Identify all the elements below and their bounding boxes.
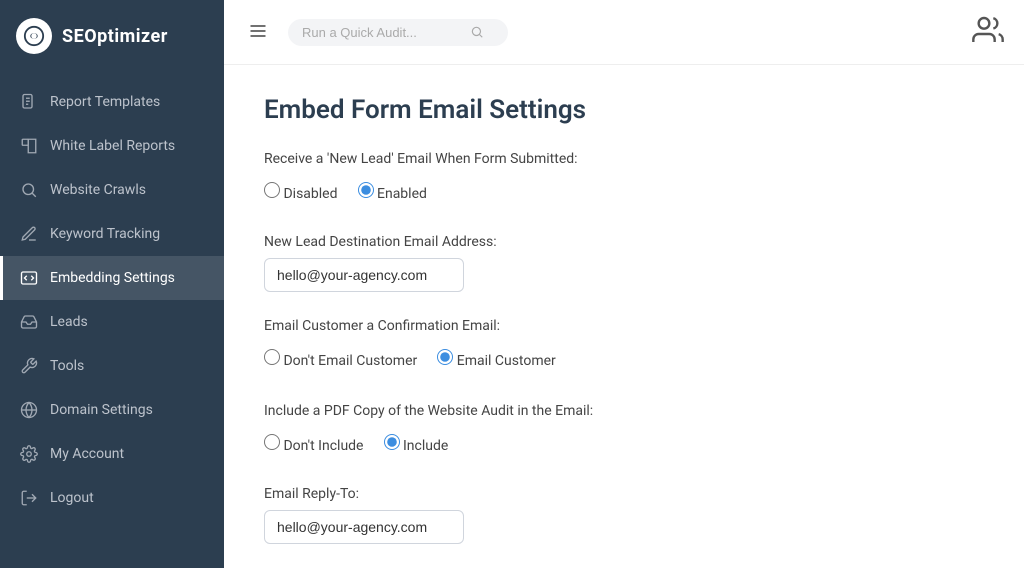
sidebar-item-domain-settings[interactable]: Domain Settings bbox=[0, 388, 224, 432]
email-destination-label: New Lead Destination Email Address: bbox=[264, 234, 984, 250]
reply-to-label: Email Reply-To: bbox=[264, 486, 984, 502]
disabled-radio[interactable] bbox=[264, 182, 280, 198]
disabled-label: Disabled bbox=[283, 186, 337, 202]
email-destination-group: New Lead Destination Email Address: bbox=[264, 234, 984, 292]
sidebar-item-leads[interactable]: Leads bbox=[0, 300, 224, 344]
tool-icon bbox=[20, 357, 38, 375]
edit-icon bbox=[20, 225, 38, 243]
reply-to-group: Email Reply-To: bbox=[264, 486, 984, 544]
topbar-right bbox=[972, 14, 1004, 50]
sidebar-item-embedding-settings[interactable]: Embedding Settings bbox=[0, 256, 224, 300]
logout-icon bbox=[20, 489, 38, 507]
menu-button[interactable] bbox=[244, 17, 272, 48]
search-bar bbox=[288, 19, 508, 46]
sidebar-item-keyword-tracking[interactable]: Keyword Tracking bbox=[0, 212, 224, 256]
sidebar-nav: Report Templates White Label Reports Web… bbox=[0, 72, 224, 568]
sidebar-item-white-label-reports[interactable]: White Label Reports bbox=[0, 124, 224, 168]
sidebar-item-label: Report Templates bbox=[50, 94, 160, 110]
new-lead-email-label: Receive a 'New Lead' Email When Form Sub… bbox=[264, 149, 984, 170]
reply-to-input[interactable] bbox=[264, 510, 464, 544]
email-customer-radio-group: Don't Email Customer Email Customer bbox=[264, 349, 984, 377]
inbox-icon bbox=[20, 313, 38, 331]
new-lead-email-section: Receive a 'New Lead' Email When Form Sub… bbox=[264, 149, 984, 210]
sidebar: SEOptimizer Report Templates White Label… bbox=[0, 0, 224, 568]
email-customer-option-label: Email Customer bbox=[457, 353, 556, 369]
sidebar-item-label: White Label Reports bbox=[50, 138, 175, 154]
sidebar-item-label: My Account bbox=[50, 446, 124, 462]
sidebar-item-label: Domain Settings bbox=[50, 402, 153, 418]
page-title: Embed Form Email Settings bbox=[264, 95, 984, 125]
include-pdf-section: Include a PDF Copy of the Website Audit … bbox=[264, 401, 984, 462]
include-pdf-radio-group: Don't Include Include bbox=[264, 434, 984, 462]
new-lead-radio-group: Disabled Enabled bbox=[264, 182, 984, 210]
content-area: Embed Form Email Settings Receive a 'New… bbox=[224, 65, 1024, 568]
dont-include-radio[interactable] bbox=[264, 434, 280, 450]
main-area: Embed Form Email Settings Receive a 'New… bbox=[224, 0, 1024, 568]
enabled-radio[interactable] bbox=[358, 182, 374, 198]
search-circle-icon bbox=[20, 181, 38, 199]
sidebar-item-website-crawls[interactable]: Website Crawls bbox=[0, 168, 224, 212]
logo-icon bbox=[16, 18, 52, 54]
disabled-option[interactable]: Disabled bbox=[264, 182, 338, 202]
sidebar-item-label: Leads bbox=[50, 314, 88, 330]
embed-icon bbox=[20, 269, 38, 287]
topbar bbox=[224, 0, 1024, 65]
sidebar-item-my-account[interactable]: My Account bbox=[0, 432, 224, 476]
globe-icon bbox=[20, 401, 38, 419]
sidebar-item-label: Tools bbox=[50, 358, 84, 374]
sidebar-item-label: Website Crawls bbox=[50, 182, 146, 198]
file-icon bbox=[20, 93, 38, 111]
dont-email-label: Don't Email Customer bbox=[283, 353, 417, 369]
include-option[interactable]: Include bbox=[384, 434, 449, 454]
sidebar-item-label: Logout bbox=[50, 490, 94, 506]
dont-email-radio[interactable] bbox=[264, 349, 280, 365]
email-customer-section: Email Customer a Confirmation Email: Don… bbox=[264, 316, 984, 377]
include-label: Include bbox=[403, 438, 448, 454]
search-icon bbox=[470, 25, 484, 39]
hamburger-icon bbox=[248, 21, 268, 41]
include-pdf-label: Include a PDF Copy of the Website Audit … bbox=[264, 401, 984, 422]
email-destination-input[interactable] bbox=[264, 258, 464, 292]
email-customer-option[interactable]: Email Customer bbox=[437, 349, 556, 369]
sidebar-item-report-templates[interactable]: Report Templates bbox=[0, 80, 224, 124]
logo: SEOptimizer bbox=[0, 0, 224, 72]
sidebar-item-logout[interactable]: Logout bbox=[0, 476, 224, 520]
dont-include-label: Don't Include bbox=[283, 438, 363, 454]
dont-email-option[interactable]: Don't Email Customer bbox=[264, 349, 417, 369]
enabled-option[interactable]: Enabled bbox=[358, 182, 427, 202]
include-radio[interactable] bbox=[384, 434, 400, 450]
search-input[interactable] bbox=[302, 25, 462, 40]
email-customer-radio[interactable] bbox=[437, 349, 453, 365]
logo-text: SEOptimizer bbox=[62, 26, 168, 47]
email-customer-label: Email Customer a Confirmation Email: bbox=[264, 316, 984, 337]
gear-icon bbox=[20, 445, 38, 463]
users-icon bbox=[972, 14, 1004, 46]
sidebar-item-tools[interactable]: Tools bbox=[0, 344, 224, 388]
sidebar-item-label: Keyword Tracking bbox=[50, 226, 160, 242]
enabled-label: Enabled bbox=[377, 186, 427, 202]
sidebar-item-label: Embedding Settings bbox=[50, 270, 175, 286]
dont-include-option[interactable]: Don't Include bbox=[264, 434, 364, 454]
tag-icon bbox=[20, 137, 38, 155]
